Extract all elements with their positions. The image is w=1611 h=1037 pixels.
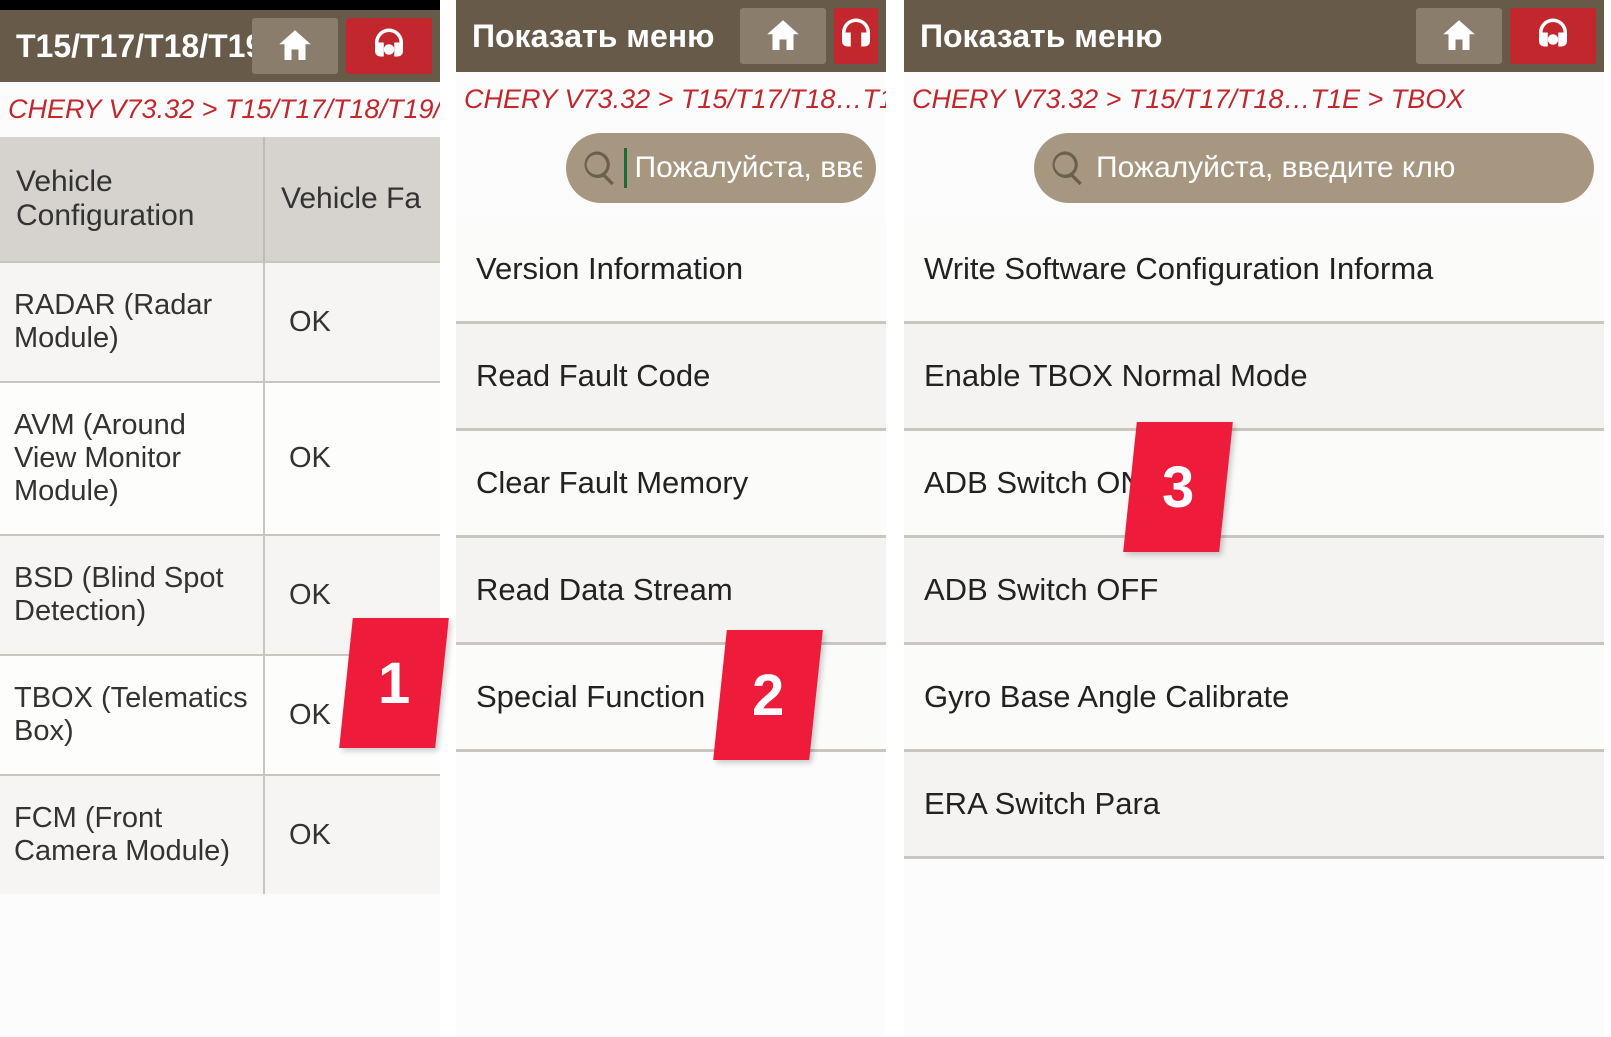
table-header: Vehicle Configuration Vehicle Fa (0, 137, 440, 261)
table-row[interactable]: RADAR (Radar Module) OK (0, 261, 440, 381)
text-cursor (624, 148, 627, 188)
step-badge-1: 1 (339, 618, 449, 748)
breadcrumb: CHERY V73.32 > T15/T17/T18…T1E (456, 72, 886, 127)
search-icon (1048, 148, 1088, 188)
home-button[interactable] (252, 18, 338, 74)
support-button[interactable] (834, 8, 878, 64)
home-button[interactable] (1416, 8, 1502, 64)
list-item[interactable]: Read Fault Code (456, 324, 886, 431)
module-name: BSD (Blind Spot Detection) (0, 536, 265, 654)
breadcrumb: CHERY V73.32 > T15/T17/T18/T19/T1A (0, 82, 440, 137)
headset-icon (1532, 15, 1574, 57)
screen-3: Показать меню CHERY V73.32 > T15/T17/T18… (904, 0, 1604, 1037)
header-title: Показать меню (456, 18, 740, 55)
android-status-bar (0, 0, 440, 10)
menu-list: Write Software Configuration Informa Ena… (904, 217, 1604, 859)
list-item[interactable]: Special Function (456, 645, 886, 752)
search-placeholder: Пожалуйста, введите клю (1096, 151, 1455, 185)
vehicle-table: Vehicle Configuration Vehicle Fa RADAR (… (0, 137, 440, 894)
list-item[interactable]: Gyro Base Angle Calibrate (904, 645, 1604, 752)
support-button[interactable] (346, 18, 432, 74)
list-item[interactable]: Write Software Configuration Informa (904, 217, 1604, 324)
module-status: OK (265, 776, 440, 894)
screen-1: T15/T17/T18/T19 CHERY V73.32 > T15/T17/T… (0, 0, 440, 1037)
module-name: FCM (Front Camera Module) (0, 776, 265, 894)
home-button[interactable] (740, 8, 826, 64)
menu-list: Version Information Read Fault Code Clea… (456, 217, 886, 752)
headset-icon (835, 15, 877, 57)
list-item[interactable]: Clear Fault Memory (456, 431, 886, 538)
home-icon (762, 15, 804, 57)
search-input[interactable]: Пожалуйста, введи (566, 133, 876, 203)
step-badge-3: 3 (1123, 422, 1233, 552)
list-item[interactable]: ADB Switch ON (904, 431, 1604, 538)
step-badge-2: 2 (713, 630, 823, 760)
headset-icon (368, 25, 410, 67)
module-status: OK (265, 383, 440, 534)
search-icon (580, 148, 620, 188)
list-item[interactable]: Enable TBOX Normal Mode (904, 324, 1604, 431)
col-header-fault: Vehicle Fa (265, 137, 440, 261)
app-header: T15/T17/T18/T19 (0, 10, 440, 82)
list-item[interactable]: ADB Switch OFF (904, 538, 1604, 645)
table-row[interactable]: FCM (Front Camera Module) OK (0, 774, 440, 894)
search-placeholder: Пожалуйста, введи (635, 151, 862, 185)
home-icon (1438, 15, 1480, 57)
app-header: Показать меню (456, 0, 886, 72)
header-title: T15/T17/T18/T19 (0, 28, 252, 65)
header-title: Показать меню (904, 18, 1416, 55)
home-icon (274, 25, 316, 67)
search-input[interactable]: Пожалуйста, введите клю (1034, 133, 1594, 203)
breadcrumb: CHERY V73.32 > T15/T17/T18…T1E > TBOX (904, 72, 1604, 127)
list-item[interactable]: ERA Switch Para (904, 752, 1604, 859)
screen-2: Показать меню CHERY V73.32 > T15/T17/T18… (456, 0, 886, 1037)
module-name: RADAR (Radar Module) (0, 263, 265, 381)
table-row[interactable]: AVM (Around View Monitor Module) OK (0, 381, 440, 534)
module-name: AVM (Around View Monitor Module) (0, 383, 265, 534)
app-header: Показать меню (904, 0, 1604, 72)
col-header-config: Vehicle Configuration (0, 137, 265, 261)
module-status: OK (265, 263, 440, 381)
module-name: TBOX (Telematics Box) (0, 656, 265, 774)
support-button[interactable] (1510, 8, 1596, 64)
list-item[interactable]: Version Information (456, 217, 886, 324)
list-item[interactable]: Read Data Stream (456, 538, 886, 645)
